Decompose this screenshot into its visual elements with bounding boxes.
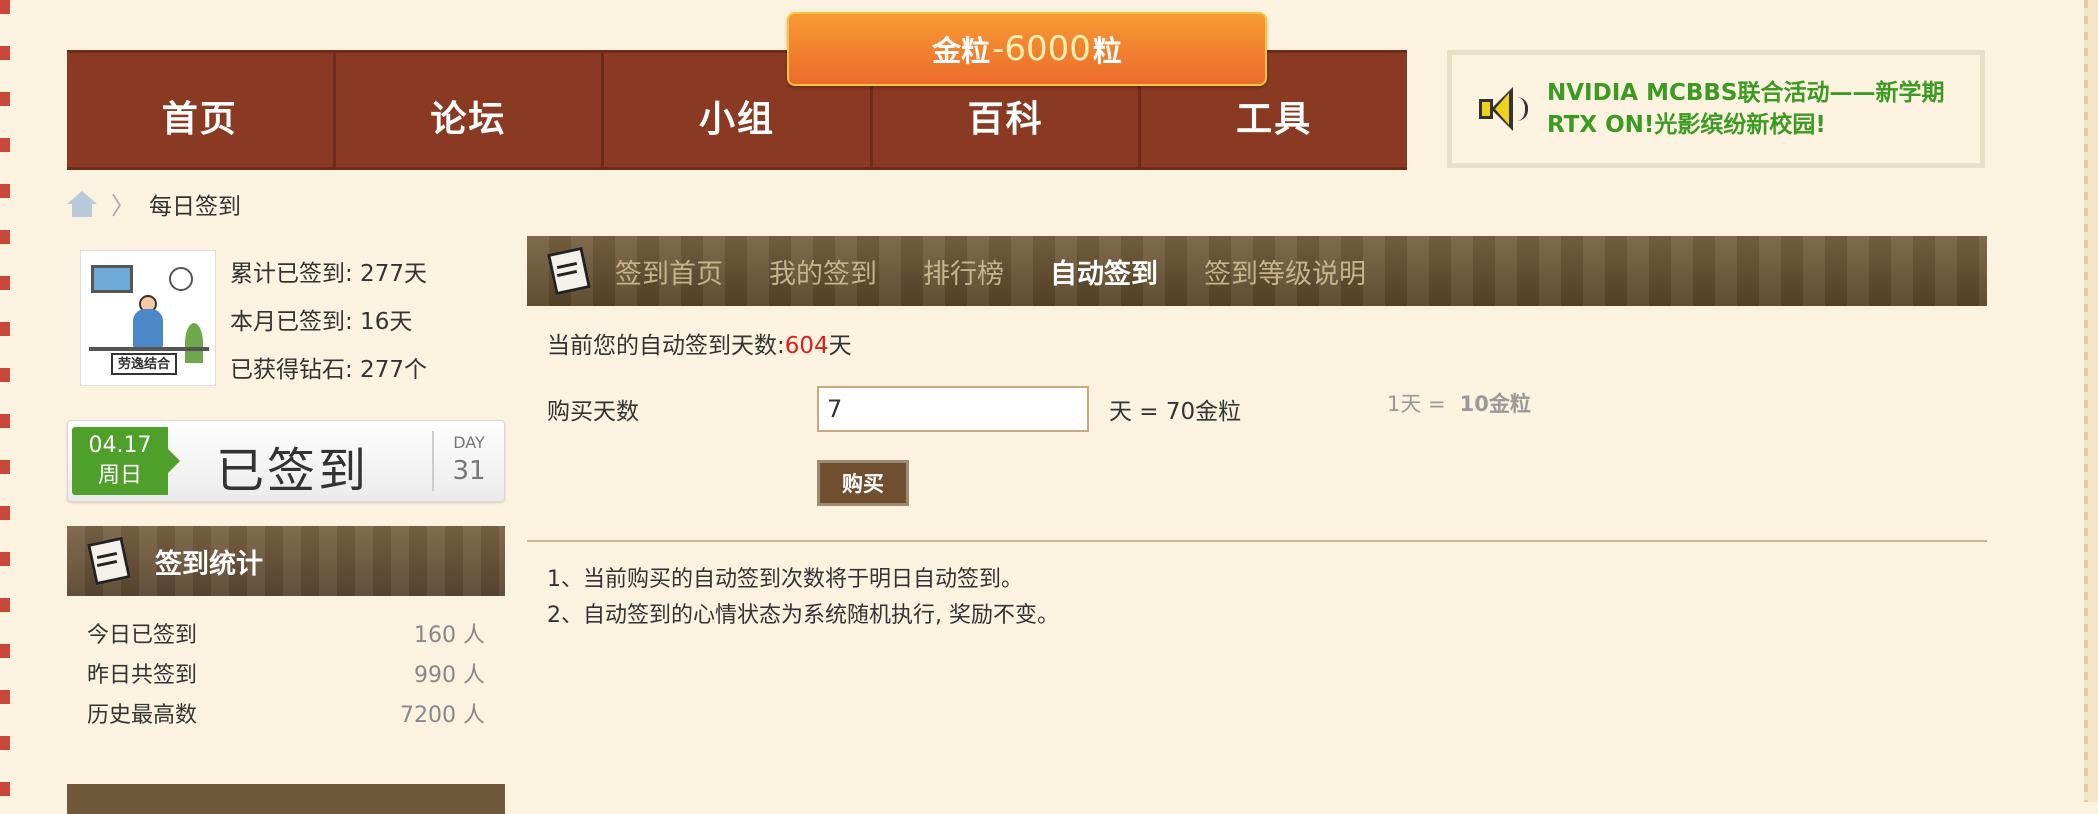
content-divider [527, 540, 1987, 542]
stat-label: 历史最高数 [87, 703, 198, 728]
scroll-icon [543, 244, 597, 298]
day-count: 31 [452, 456, 486, 486]
signed-status: 已签到 [216, 443, 370, 499]
gold-prefix: 金粒 [932, 34, 991, 68]
buy-days-label: 购买天数 [547, 399, 639, 425]
gold-change-notice: 金粒 -6000 粒 [787, 12, 1267, 86]
announcement-box[interactable]: NVIDIA MCBBS联合活动——新学期 RTX ON!光影缤纷新校园! [1447, 50, 1985, 168]
speaker-icon [1477, 85, 1528, 133]
day-counter: DAY 31 [432, 431, 504, 491]
avatar-tag: 劳逸结合 [111, 353, 177, 375]
auto-sign-days-value: 604 [784, 333, 829, 359]
stat-label: 昨日共签到 [87, 663, 198, 688]
buy-total-text: 天 = 70金粒 [1109, 399, 1242, 425]
stat-value: 990 人 [414, 663, 485, 688]
home-icon[interactable] [67, 190, 97, 217]
date-badge: 04.17 周日 [72, 427, 180, 495]
breadcrumb: 〉 每日签到 [67, 186, 241, 221]
auto-sign-days-prefix: 当前您的自动签到天数: [547, 333, 785, 359]
stat-value: 7200 人 [400, 703, 485, 728]
price-rate-prefix: 1天 = [1387, 392, 1446, 416]
tab-level-info[interactable]: 签到等级说明 [1204, 252, 1366, 291]
gold-amount: -6000 [992, 29, 1091, 69]
avatar[interactable]: 劳逸结合 [80, 250, 216, 386]
announcement-line-2: RTX ON!光影缤纷新校园! [1547, 112, 1826, 138]
month-signed: 本月已签到: 16天 [230, 309, 413, 335]
stat-row: 今日已签到 160 人 [67, 616, 505, 656]
announcement-line-1: NVIDIA MCBBS联合活动——新学期 [1547, 80, 1945, 106]
note-item: 2、自动签到的心情状态为系统随机执行, 奖励不变。 [547, 603, 1059, 628]
sign-status-card: 04.17 周日 已签到 DAY 31 [67, 420, 505, 502]
buy-button[interactable]: 购买 [817, 460, 909, 506]
left-decor-border [0, 0, 10, 802]
buy-days-input[interactable] [817, 386, 1089, 432]
diamonds-earned: 已获得钻石: 277个 [230, 357, 427, 383]
note-item: 1、当前购买的自动签到次数将于明日自动签到。 [547, 567, 1023, 592]
notes: 1、当前购买的自动签到次数将于明日自动签到。 2、自动签到的心情状态为系统随机执… [547, 562, 1059, 634]
breadcrumb-current: 每日签到 [149, 193, 241, 220]
stats-list: 今日已签到 160 人 昨日共签到 990 人 历史最高数 7200 人 [67, 616, 505, 736]
price-rate-value: 10金粒 [1459, 392, 1531, 416]
scroll-icon [83, 534, 137, 588]
total-signed: 累计已签到: 277天 [230, 261, 427, 287]
stat-row: 历史最高数 7200 人 [67, 696, 505, 736]
stat-label: 今日已签到 [87, 623, 198, 648]
auto-sign-days-suffix: 天 [828, 333, 852, 359]
sign-tabbar: 签到首页 我的签到 排行榜 自动签到 签到等级说明 [527, 236, 1987, 306]
nav-item-forum[interactable]: 论坛 [336, 50, 605, 170]
next-panel-header [67, 784, 505, 814]
date-text: 04.17 [88, 433, 152, 458]
auto-sign-days: 当前您的自动签到天数:604天 [547, 326, 852, 360]
day-label: DAY [453, 433, 485, 452]
tab-my-sign[interactable]: 我的签到 [769, 252, 877, 291]
nav-item-home[interactable]: 首页 [67, 50, 336, 170]
stats-panel-header: 签到统计 [67, 526, 505, 596]
stat-row: 昨日共签到 990 人 [67, 656, 505, 696]
right-decor-border [2084, 0, 2098, 802]
tab-ranking[interactable]: 排行榜 [923, 252, 1004, 291]
gold-suffix: 粒 [1092, 34, 1122, 68]
user-stats: 累计已签到: 277天 本月已签到: 16天 已获得钻石: 277个 [230, 250, 427, 394]
announcement-text[interactable]: NVIDIA MCBBS联合活动——新学期 RTX ON!光影缤纷新校园! [1547, 77, 1944, 141]
weekday-text: 周日 [97, 463, 142, 488]
breadcrumb-separator-icon: 〉 [111, 192, 135, 220]
tab-sign-home[interactable]: 签到首页 [615, 252, 723, 291]
stats-panel-title: 签到统计 [155, 548, 263, 580]
tab-auto-sign[interactable]: 自动签到 [1050, 252, 1158, 291]
stat-value: 160 人 [414, 623, 485, 648]
price-rate: 1天 = 10金粒 [1387, 388, 1531, 418]
